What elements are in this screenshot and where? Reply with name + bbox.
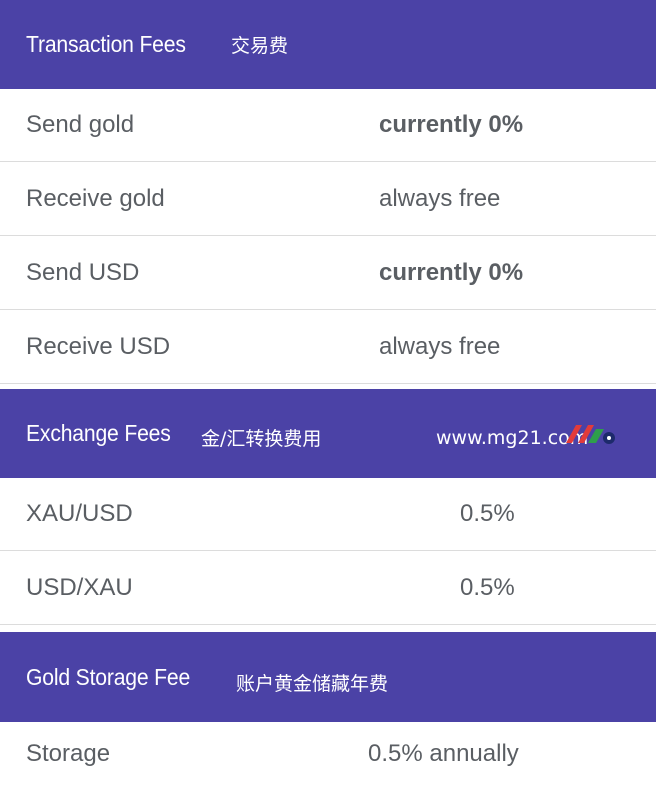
fee-value: 0.5% annually: [368, 740, 519, 767]
fee-row-send-usd: Send USD currently 0%: [0, 237, 656, 310]
storage-fee-subtitle-cn: 账户黄金储藏年费: [236, 673, 389, 695]
fee-value: always free: [379, 333, 501, 360]
watermark-logo-icon: [566, 425, 615, 444]
fee-label: XAU/USD: [26, 500, 133, 527]
fee-value: currently 0%: [379, 111, 524, 138]
fee-label: Send gold: [26, 111, 135, 138]
exchange-fees-subtitle-cn: 金/汇转换费用: [201, 428, 322, 450]
exchange-fees-title: Exchange Fees: [26, 420, 171, 446]
fee-row-usd-xau: USD/XAU 0.5%: [0, 552, 656, 625]
fee-label: Receive USD: [26, 333, 171, 360]
fee-label: Storage: [26, 740, 111, 767]
transaction-fees-title: Transaction Fees: [26, 31, 186, 57]
fee-label: USD/XAU: [26, 574, 133, 601]
fee-label: Send USD: [26, 259, 140, 286]
exchange-fees-header: Exchange Fees 金/汇转换费用 www.mg21.com: [0, 389, 656, 478]
fee-row-storage: Storage 0.5% annually: [0, 722, 656, 786]
storage-fee-header: Gold Storage Fee 账户黄金储藏年费: [0, 632, 656, 722]
fee-row-receive-gold: Receive gold always free: [0, 163, 656, 236]
fee-value: currently 0%: [379, 259, 524, 286]
fee-row-xau-usd: XAU/USD 0.5%: [0, 478, 656, 551]
storage-fee-title: Gold Storage Fee: [26, 664, 191, 690]
fee-value: always free: [379, 185, 501, 212]
fee-label: Receive gold: [26, 185, 165, 212]
fee-row-receive-usd: Receive USD always free: [0, 311, 656, 384]
fee-row-send-gold: Send gold currently 0%: [0, 89, 656, 162]
transaction-fees-subtitle-cn: 交易费: [231, 35, 289, 57]
transaction-fees-header: Transaction Fees 交易费: [0, 0, 656, 89]
fee-value: 0.5%: [460, 500, 515, 527]
fee-value: 0.5%: [460, 574, 515, 601]
